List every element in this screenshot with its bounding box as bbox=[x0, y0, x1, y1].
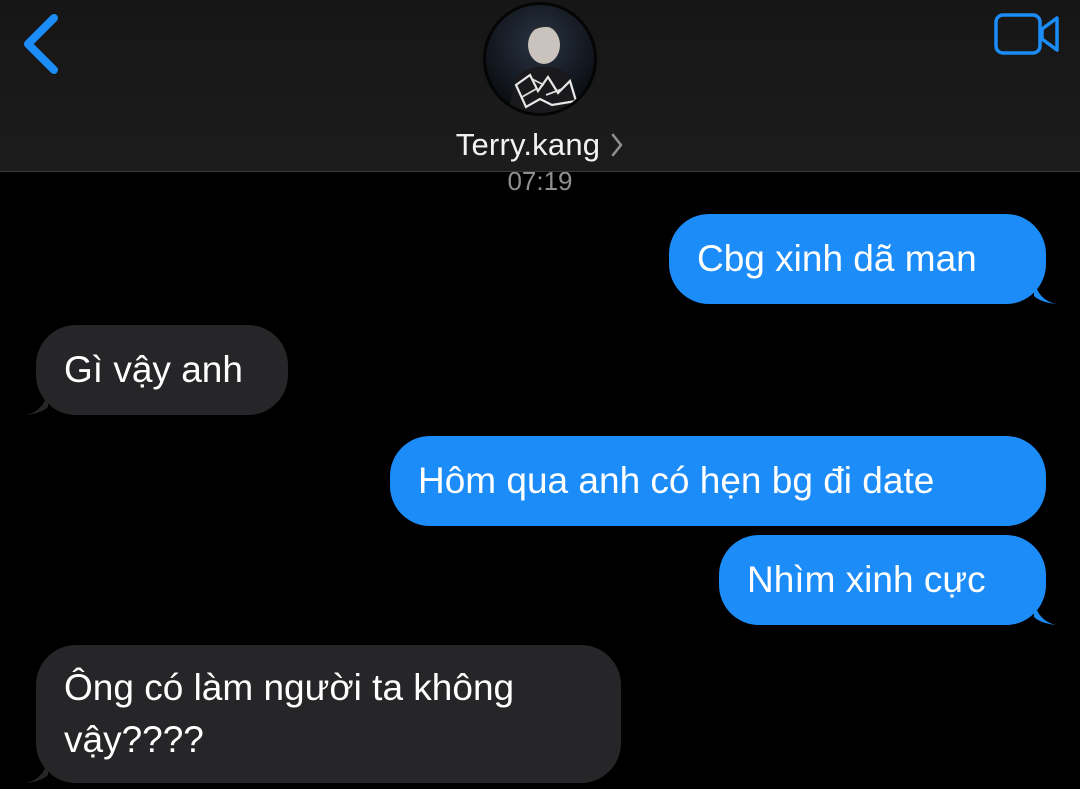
video-camera-icon bbox=[994, 13, 1059, 55]
bubble-tail bbox=[1034, 601, 1056, 625]
bubble-tail bbox=[26, 759, 48, 783]
received-message-bubble[interactable]: Ông có làm người ta không vậy???? bbox=[26, 645, 621, 783]
contact-name-button[interactable]: Terry.kang bbox=[0, 124, 1080, 166]
contact-name: Terry.kang bbox=[455, 127, 601, 162]
message-text: Ông có làm người ta không vậy???? bbox=[64, 667, 515, 760]
video-call-button[interactable] bbox=[993, 12, 1061, 58]
conversation-header: Terry.kang bbox=[0, 0, 1080, 172]
sent-message-bubble[interactable]: Cbg xinh dã man bbox=[669, 214, 1056, 304]
chevron-right-icon bbox=[611, 133, 623, 157]
back-button[interactable] bbox=[14, 12, 70, 76]
avatar-image bbox=[486, 5, 594, 113]
message-text: Hôm qua anh có hẹn bg đi date bbox=[418, 460, 935, 501]
sent-message-bubble[interactable]: Nhìm xinh cực bbox=[719, 535, 1056, 625]
message-text: Nhìm xinh cực bbox=[747, 559, 986, 600]
bubble-tail bbox=[26, 391, 48, 415]
chat-screen: Terry.kang 07:19 Cbg xinh dã man Gì vậy … bbox=[0, 0, 1080, 789]
message-text: Gì vậy anh bbox=[64, 349, 243, 390]
message-text: Cbg xinh dã man bbox=[697, 238, 977, 279]
bubble-tail bbox=[1034, 280, 1056, 304]
sent-message-bubble[interactable]: Hôm qua anh có hẹn bg đi date bbox=[390, 436, 1046, 526]
contact-avatar[interactable] bbox=[483, 2, 597, 116]
received-message-bubble[interactable]: Gì vậy anh bbox=[26, 325, 288, 415]
chevron-left-icon bbox=[24, 14, 58, 74]
